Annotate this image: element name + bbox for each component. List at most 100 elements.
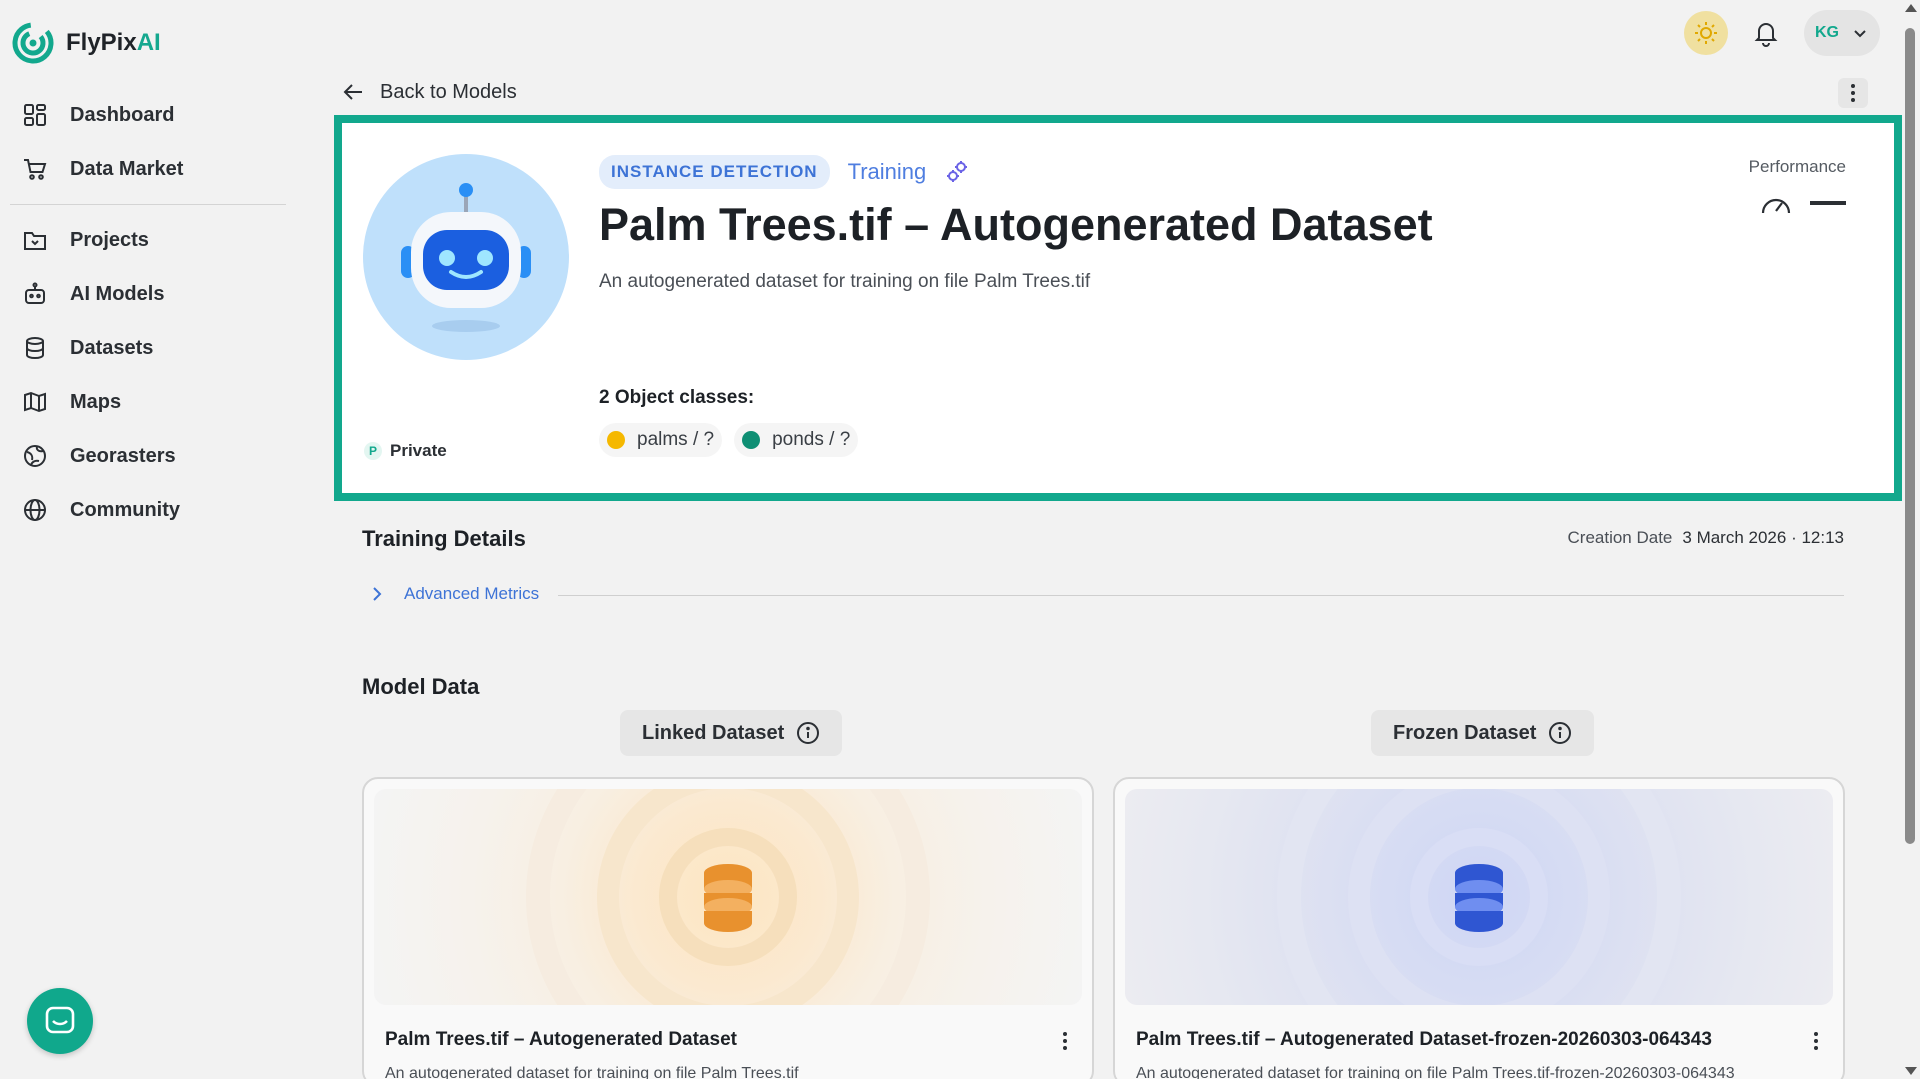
model-title: Palm Trees.tif – Autogenerated Dataset (599, 199, 1433, 250)
folder-icon (24, 232, 46, 250)
arrow-left-icon (343, 84, 362, 100)
frozen-dataset-description: An autogenerated dataset for training on… (1136, 1065, 1735, 1079)
app-name: FlyPixAI (66, 29, 161, 56)
robot-mascot-icon (401, 183, 531, 332)
database-orange-icon (526, 789, 930, 1005)
sidebar-item-label: Data Market (70, 157, 184, 180)
performance-panel: Performance (1749, 157, 1846, 215)
frozen-dataset-label: Frozen Dataset (1393, 721, 1537, 744)
user-menu[interactable]: KG (1804, 10, 1880, 56)
sidebar-item-datasets[interactable]: Datasets (10, 321, 286, 375)
sun-icon (1695, 22, 1717, 44)
frozen-dataset-title[interactable]: Palm Trees.tif – Autogenerated Dataset-f… (1136, 1029, 1712, 1051)
class-chip-palms[interactable]: palms / ? (599, 423, 723, 457)
database-blue-icon (1277, 789, 1681, 1005)
sidebar-item-dashboard[interactable]: Dashboard (10, 88, 286, 142)
creation-date-value: 3 March 2026 · 12:13 (1682, 528, 1844, 547)
model-description: An autogenerated dataset for training on… (599, 271, 1091, 292)
sidebar-item-label: AI Models (70, 282, 165, 305)
map-icon (24, 391, 46, 413)
linked-dataset-description: An autogenerated dataset for training on… (385, 1065, 799, 1079)
creation-date-label: Creation Date (1567, 528, 1673, 547)
sidebar-nav: Dashboard Data Market Projects AI Models… (10, 88, 286, 537)
class-chip-label: ponds / ? (772, 429, 851, 450)
training-gears-icon (947, 161, 968, 182)
object-classes-list: palms / ? ponds / ? (599, 423, 859, 457)
linked-dataset-more-button[interactable] (1062, 1031, 1068, 1056)
notifications-button[interactable] (1746, 13, 1786, 53)
cart-icon (24, 159, 47, 180)
sidebar-item-georasters[interactable]: Georasters (10, 429, 286, 483)
sidebar-item-label: Dashboard (70, 103, 175, 126)
model-type-badge: INSTANCE DETECTION (599, 155, 830, 189)
database-icon (26, 337, 44, 360)
avatar: KG (1810, 16, 1844, 50)
class-color-dot (607, 431, 625, 449)
model-tags: INSTANCE DETECTION Training (599, 155, 970, 189)
sidebar-item-label: Projects (70, 228, 149, 251)
more-vertical-icon (1063, 1032, 1067, 1050)
robot-icon (25, 282, 45, 304)
class-chip-label: palms / ? (637, 429, 715, 450)
chat-icon (45, 1006, 75, 1034)
sidebar-item-ai-models[interactable]: AI Models (10, 267, 286, 321)
flypix-logo-icon (12, 22, 54, 64)
performance-value (1749, 191, 1846, 215)
scroll-up-arrow[interactable] (1905, 4, 1917, 12)
linked-dataset-label: Linked Dataset (642, 721, 785, 744)
linked-dataset-thumbnail (374, 789, 1082, 1005)
object-classes-label: 2 Object classes: (599, 387, 755, 408)
performance-empty-dash (1810, 201, 1846, 205)
scroll-down-arrow[interactable] (1905, 1067, 1917, 1075)
app-logo[interactable]: FlyPixAI (12, 22, 161, 64)
sidebar-item-label: Datasets (70, 336, 154, 359)
page-more-button[interactable] (1838, 78, 1868, 108)
chevron-down-icon (1854, 30, 1866, 38)
visibility-badge: P Private (364, 441, 447, 461)
theme-toggle-button[interactable] (1684, 11, 1728, 55)
visibility-letter: P (364, 442, 382, 460)
back-to-models-link[interactable]: Back to Models (342, 80, 517, 104)
model-header-card: P Private INSTANCE DETECTION Training Pa… (334, 115, 1902, 501)
top-bar: KG (1684, 10, 1880, 56)
frozen-dataset-tab[interactable]: Frozen Dataset (1371, 710, 1595, 756)
frozen-dataset-more-button[interactable] (1813, 1031, 1819, 1056)
creation-date: Creation Date 3 March 2026 · 12:13 (1568, 528, 1845, 548)
model-status: Training (847, 159, 927, 184)
advanced-metrics-divider (558, 595, 1844, 596)
support-chat-button[interactable] (27, 988, 93, 1054)
sidebar-item-maps[interactable]: Maps (10, 375, 286, 429)
linked-dataset-card[interactable]: Palm Trees.tif – Autogenerated Dataset A… (362, 777, 1094, 1079)
globe-icon (24, 499, 46, 521)
sidebar-item-projects[interactable]: Projects (10, 213, 286, 267)
sidebar: FlyPixAI Dashboard Data Market Projects … (0, 0, 300, 1079)
sidebar-item-community[interactable]: Community (10, 483, 286, 537)
model-data-title: Model Data (362, 674, 480, 699)
dashboard-icon (24, 104, 46, 126)
more-vertical-icon (1814, 1032, 1818, 1050)
sidebar-item-label: Georasters (70, 444, 176, 467)
bell-icon (1754, 23, 1778, 47)
sidebar-item-label: Maps (70, 390, 122, 413)
visibility-label: Private (390, 441, 447, 460)
page-scrollbar[interactable] (1902, 0, 1918, 1079)
advanced-metrics-label: Advanced Metrics (404, 584, 540, 603)
globe-grid-icon (24, 445, 46, 467)
frozen-dataset-card[interactable]: Palm Trees.tif – Autogenerated Dataset-f… (1113, 777, 1845, 1079)
linked-dataset-title[interactable]: Palm Trees.tif – Autogenerated Dataset (385, 1029, 737, 1051)
frozen-dataset-thumbnail (1125, 789, 1833, 1005)
class-chip-ponds[interactable]: ponds / ? (734, 423, 859, 457)
back-link-label: Back to Models (380, 80, 517, 103)
class-color-dot (742, 431, 761, 449)
model-avatar (363, 154, 569, 360)
sidebar-item-data-market[interactable]: Data Market (10, 142, 286, 196)
gauge-icon (1761, 198, 1791, 214)
sidebar-item-label: Community (70, 498, 180, 521)
advanced-metrics-toggle[interactable]: Advanced Metrics (370, 584, 539, 604)
info-icon[interactable] (1548, 721, 1572, 745)
linked-dataset-tab[interactable]: Linked Dataset (620, 710, 843, 756)
more-vertical-icon (1851, 84, 1855, 102)
chevron-right-icon (373, 587, 382, 601)
info-icon[interactable] (796, 721, 820, 745)
scroll-thumb[interactable] (1905, 28, 1915, 844)
